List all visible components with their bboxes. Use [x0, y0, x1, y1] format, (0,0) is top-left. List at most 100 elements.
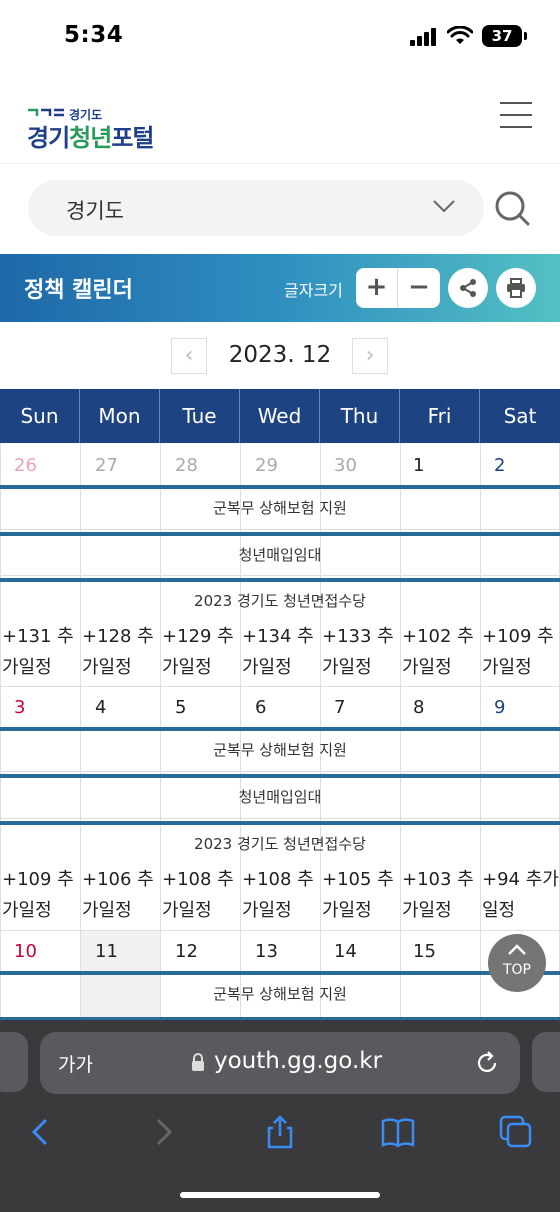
reload-icon[interactable]	[474, 1050, 500, 1076]
date-cell[interactable]: 1	[413, 455, 424, 476]
font-increase-button[interactable]: +	[356, 268, 398, 308]
prev-month-button[interactable]: ‹	[171, 338, 207, 374]
weekday-thu: Thu	[320, 389, 400, 443]
more-events-link[interactable]: +109 추가일정	[482, 621, 560, 683]
date-cell[interactable]: 28	[175, 455, 198, 476]
calendar-title-bar: 정책 캘린더 글자크기 + −	[0, 254, 560, 322]
font-size-label: 글자크기	[284, 281, 343, 300]
date-cell[interactable]: 11	[95, 941, 118, 962]
event-label[interactable]: 군복무 상해보험 지원	[0, 983, 560, 1004]
weekday-wed: Wed	[240, 389, 320, 443]
event-label[interactable]: 청년매입임대	[0, 544, 560, 565]
date-cell[interactable]: 29	[255, 455, 278, 476]
more-events-link[interactable]: +106 추가일정	[82, 864, 162, 926]
date-cell[interactable]: 6	[255, 697, 266, 718]
address-bar[interactable]: 가가 youth.gg.go.kr	[40, 1032, 520, 1094]
date-cell[interactable]: 3	[14, 697, 25, 718]
event-bar	[0, 774, 560, 778]
more-events-link[interactable]: +134 추가일정	[242, 621, 322, 683]
date-cell[interactable]: 4	[95, 697, 106, 718]
date-cell[interactable]: 7	[334, 697, 345, 718]
date-cell[interactable]: 30	[334, 455, 357, 476]
more-events-link[interactable]: +102 추가일정	[402, 621, 482, 683]
site-header: 경기도 경기청년포털	[0, 80, 560, 164]
bookmarks-icon[interactable]	[380, 1114, 416, 1150]
event-bar	[0, 578, 560, 582]
more-events-link[interactable]: +94 추가일정	[482, 864, 560, 926]
battery-icon: 37	[482, 25, 522, 47]
date-cell[interactable]: 26	[14, 455, 37, 476]
page: 5:34 37 경기도 경기청년포털 경기도 정책 캘린더 글자크기 + − ‹…	[0, 0, 560, 1212]
event-bar	[0, 532, 560, 536]
more-events-link[interactable]: +108 추가일정	[162, 864, 242, 926]
weekday-tue: Tue	[160, 389, 240, 443]
today-highlight	[81, 931, 160, 1020]
event-label[interactable]: 2023 경기도 청년면접수당	[0, 590, 560, 611]
browser-toolbar: 가가 youth.gg.go.kr	[0, 1020, 560, 1212]
region-select[interactable]: 경기도	[28, 180, 484, 236]
more-events-link[interactable]: +103 추가일정	[402, 864, 482, 926]
status-time: 5:34	[64, 22, 124, 48]
event-bar	[0, 971, 560, 975]
event-bar	[0, 485, 560, 489]
date-cell[interactable]: 15	[413, 941, 436, 962]
date-cell[interactable]: 9	[494, 697, 505, 718]
url-text: youth.gg.go.kr	[214, 1048, 383, 1074]
page-title: 정책 캘린더	[24, 278, 133, 303]
event-label[interactable]: 청년매입임대	[0, 786, 560, 807]
share-button[interactable]	[448, 268, 488, 308]
font-size-controls: + −	[356, 268, 440, 308]
signal-icon	[410, 28, 436, 46]
chevron-down-icon	[433, 200, 455, 213]
date-cell[interactable]: 27	[95, 455, 118, 476]
site-logo[interactable]: 경기도 경기청년포털	[27, 106, 167, 152]
logo-title: 경기청년포털	[27, 124, 155, 152]
date-cell[interactable]: 5	[175, 697, 186, 718]
date-cell[interactable]: 10	[14, 941, 37, 962]
date-cell[interactable]: 2	[494, 455, 505, 476]
event-label[interactable]: 군복무 상해보험 지원	[0, 739, 560, 760]
back-icon[interactable]	[24, 1114, 60, 1150]
share-sheet-icon[interactable]	[262, 1114, 298, 1150]
tabs-icon[interactable]	[498, 1114, 534, 1150]
weekday-sun: Sun	[0, 389, 80, 443]
weekday-header: Sun Mon Tue Wed Thu Fri Sat	[0, 389, 560, 443]
more-events-link[interactable]: +129 추가일정	[162, 621, 242, 683]
date-cell[interactable]: 14	[334, 941, 357, 962]
scroll-top-button[interactable]: TOP	[488, 934, 546, 992]
weekday-sat: Sat	[503, 404, 537, 428]
share-icon	[460, 279, 476, 297]
month-navigation: ‹ 2023. 12 ›	[0, 322, 560, 388]
home-indicator	[180, 1192, 380, 1198]
more-events-link[interactable]: +108 추가일정	[242, 864, 322, 926]
event-label[interactable]: 2023 경기도 청년면접수당	[0, 833, 560, 854]
more-events-link[interactable]: +131 추가일정	[2, 621, 82, 683]
date-cell[interactable]: 8	[413, 697, 424, 718]
event-bar	[0, 821, 560, 825]
weekday-fri: Fri	[400, 389, 480, 443]
date-cell[interactable]: 13	[255, 941, 278, 962]
font-decrease-button[interactable]: −	[398, 268, 440, 308]
search-icon[interactable]	[492, 188, 532, 228]
chevron-up-icon	[508, 944, 526, 955]
more-events-link[interactable]: +133 추가일정	[322, 621, 402, 683]
more-events-link[interactable]: +109 추가일정	[2, 864, 82, 926]
current-month: 2023. 12	[228, 342, 332, 368]
battery-tip	[524, 32, 527, 40]
more-events-link[interactable]: +105 추가일정	[322, 864, 402, 926]
event-label[interactable]: 군복무 상해보험 지원	[0, 497, 560, 518]
more-events-link[interactable]: +128 추가일정	[82, 621, 162, 683]
wifi-icon	[447, 26, 473, 44]
prev-tab-peek[interactable]	[0, 1032, 28, 1092]
text-size-button[interactable]: 가가	[58, 1050, 93, 1077]
status-bar: 5:34 37	[0, 0, 560, 76]
scroll-top-label: TOP	[502, 962, 531, 978]
next-month-button[interactable]: ›	[352, 338, 388, 374]
next-tab-peek[interactable]	[532, 1032, 560, 1092]
forward-icon[interactable]	[146, 1114, 182, 1150]
weekday-mon: Mon	[80, 389, 160, 443]
print-button[interactable]	[496, 268, 536, 308]
menu-icon[interactable]	[500, 100, 534, 130]
logo-mark-icon	[28, 108, 64, 117]
date-cell[interactable]: 12	[175, 941, 198, 962]
